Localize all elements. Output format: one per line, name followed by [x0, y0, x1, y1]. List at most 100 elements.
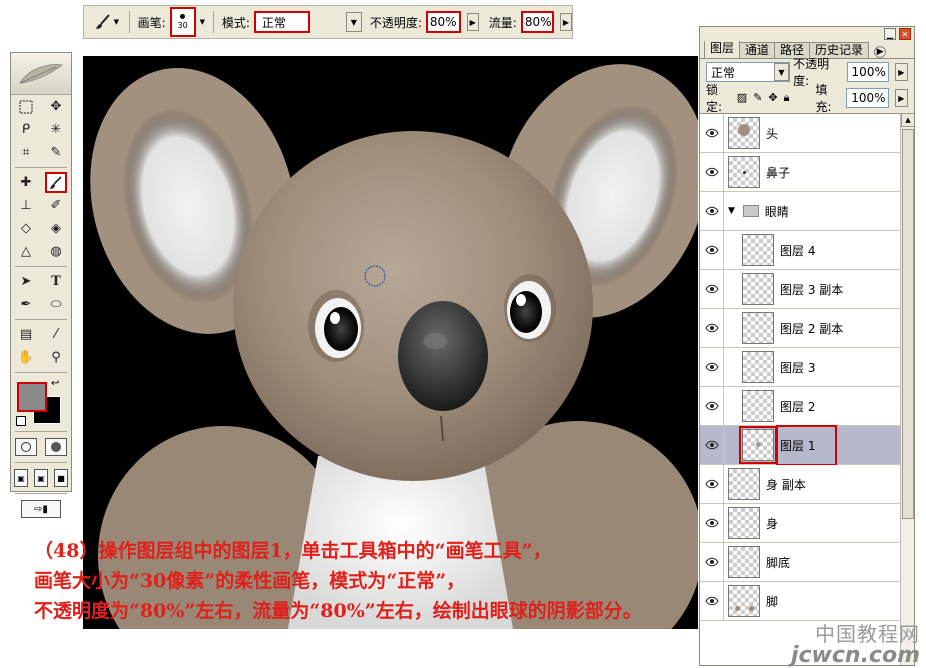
- layer-row[interactable]: 图层 4: [700, 230, 900, 270]
- hand-tool[interactable]: ✋: [15, 347, 37, 368]
- tutorial-caption: （48）操作图层组中的图层1，单击工具箱中的“画笔工具”， 画笔大小为“30像素…: [34, 536, 724, 626]
- expand-triangle-icon[interactable]: ▼: [728, 206, 735, 216]
- foreground-color-swatch[interactable]: [17, 382, 47, 412]
- lock-transparent-icon[interactable]: ▨: [737, 91, 747, 105]
- site-watermark: 中国教程网 jcwcn.com: [788, 618, 920, 668]
- swap-colors-icon[interactable]: ↩: [51, 378, 59, 389]
- toolbox-header[interactable]: [11, 53, 71, 95]
- tab-layers[interactable]: 图层: [704, 40, 741, 58]
- magic-wand-tool[interactable]: ✳: [45, 119, 67, 140]
- layer-row[interactable]: 脚底: [700, 542, 900, 582]
- layer-row[interactable]: 身: [700, 503, 900, 543]
- layer-row[interactable]: 图层 3: [700, 347, 900, 387]
- circle-icon: [21, 442, 31, 452]
- blur-tool[interactable]: △: [15, 241, 37, 262]
- fill-field[interactable]: 100%: [846, 88, 889, 108]
- lasso-tool[interactable]: ᑭ: [15, 119, 37, 140]
- brush-picker-arrow[interactable]: ▼: [200, 18, 205, 26]
- layer-opacity-slider[interactable]: ▶: [894, 63, 909, 81]
- opacity-slider-button[interactable]: ▶: [466, 13, 479, 31]
- screen-mode-full[interactable]: ■: [54, 469, 68, 487]
- brush-size-value: 30: [177, 21, 188, 30]
- scroll-thumb[interactable]: [902, 129, 914, 519]
- eye-icon[interactable]: [700, 425, 724, 465]
- eye-icon[interactable]: [700, 308, 724, 348]
- divider: [15, 167, 67, 168]
- eye-icon[interactable]: [700, 464, 724, 504]
- minimize-button[interactable]: ▁: [884, 28, 896, 40]
- eye-icon[interactable]: [700, 230, 724, 270]
- marquee-tool[interactable]: [15, 96, 37, 117]
- layer-row[interactable]: 图层 2 副本: [700, 308, 900, 348]
- paint-bucket-tool[interactable]: ◈: [45, 218, 67, 239]
- brush-tool[interactable]: [45, 172, 67, 193]
- layer-name: 图层 1: [776, 424, 838, 466]
- flow-slider-button[interactable]: ▶: [559, 13, 572, 31]
- crop-tool[interactable]: ⌗: [15, 142, 37, 163]
- flow-value: 80%: [524, 15, 552, 29]
- screen-mode-menu[interactable]: ▣: [34, 469, 48, 487]
- koala-nose: [398, 301, 488, 411]
- brush-size-picker[interactable]: 30: [169, 7, 196, 37]
- mode-dropdown-button[interactable]: ▼: [345, 12, 362, 32]
- type-icon: T: [51, 274, 61, 289]
- eye-icon[interactable]: [700, 113, 724, 153]
- pen-tool[interactable]: ✒: [15, 294, 37, 315]
- opacity-value: 80%: [429, 15, 457, 29]
- layer-row[interactable]: 身 副本: [700, 464, 900, 504]
- notes-tool[interactable]: ▤: [15, 324, 37, 345]
- layer-name: 图层 2: [780, 399, 816, 414]
- layer-opacity-field[interactable]: 100%: [846, 62, 889, 82]
- layer-thumbnail: [728, 507, 760, 539]
- tab-channels[interactable]: 通道: [739, 42, 776, 58]
- mode-select[interactable]: 正常: [253, 11, 310, 33]
- standard-mode-button[interactable]: [15, 438, 37, 456]
- eye-icon[interactable]: [700, 191, 724, 231]
- layer-row[interactable]: 鼻子: [700, 152, 900, 192]
- layer-thumbnail: [742, 273, 774, 305]
- jump-to-imageready-button[interactable]: ⇨▮: [21, 500, 61, 518]
- layer-thumbnail: [728, 468, 760, 500]
- zoom-tool[interactable]: ⚲: [45, 347, 67, 368]
- caption-line-3: 不透明度为“80%”左右，流量为“80%”左右，绘制出眼球的阴影部分。: [34, 600, 642, 622]
- eye-icon[interactable]: [700, 347, 724, 387]
- panel-menu-icon[interactable]: ▶: [874, 46, 887, 58]
- quick-mask-button[interactable]: [45, 438, 67, 456]
- lock-position-icon[interactable]: ✥: [768, 91, 777, 105]
- fill-label: 填充:: [815, 83, 832, 114]
- blend-mode-dropdown[interactable]: ▼: [773, 63, 790, 81]
- eye-icon[interactable]: [700, 152, 724, 192]
- healing-brush-tool[interactable]: ✚: [15, 172, 37, 193]
- flow-field[interactable]: 80%: [520, 11, 554, 33]
- layer-group-row[interactable]: ▼ 眼睛: [700, 191, 900, 231]
- tool-preset-picker[interactable]: ▼: [92, 10, 121, 34]
- shape-tool[interactable]: ⬭: [45, 294, 67, 315]
- lock-image-icon[interactable]: ✎: [753, 91, 762, 105]
- lasso-icon: ᑭ: [21, 122, 31, 137]
- layer-row[interactable]: 头: [700, 113, 900, 153]
- eye-icon[interactable]: [700, 386, 724, 426]
- history-brush-tool[interactable]: ✐: [45, 195, 67, 216]
- eyedropper-tool[interactable]: ⁄: [45, 324, 67, 345]
- slice-tool[interactable]: ✎: [45, 142, 67, 163]
- layer-row[interactable]: 图层 1: [700, 424, 900, 466]
- eraser-tool[interactable]: ◇: [15, 218, 37, 239]
- layers-scrollbar[interactable]: ▲: [900, 113, 914, 665]
- move-tool[interactable]: ✥: [45, 96, 67, 117]
- panel-title-bar[interactable]: ▁ ✕: [700, 27, 914, 41]
- scroll-up-button[interactable]: ▲: [901, 113, 914, 127]
- path-selection-tool[interactable]: ➤: [15, 271, 37, 292]
- opacity-field[interactable]: 80%: [425, 11, 461, 33]
- lock-all-icon[interactable]: 🔒︎: [784, 91, 790, 105]
- screen-mode-standard[interactable]: ▣: [14, 469, 28, 487]
- eye-icon[interactable]: [700, 269, 724, 309]
- layer-row[interactable]: 图层 3 副本: [700, 269, 900, 309]
- layer-row[interactable]: 图层 2: [700, 386, 900, 426]
- type-tool[interactable]: T: [45, 271, 67, 292]
- close-button[interactable]: ✕: [899, 28, 911, 40]
- dodge-tool[interactable]: ◍: [45, 241, 67, 262]
- layer-row[interactable]: 脚: [700, 581, 900, 621]
- clone-stamp-tool[interactable]: ⊥: [15, 195, 37, 216]
- default-colors-button[interactable]: [16, 416, 26, 426]
- fill-slider[interactable]: ▶: [894, 89, 908, 107]
